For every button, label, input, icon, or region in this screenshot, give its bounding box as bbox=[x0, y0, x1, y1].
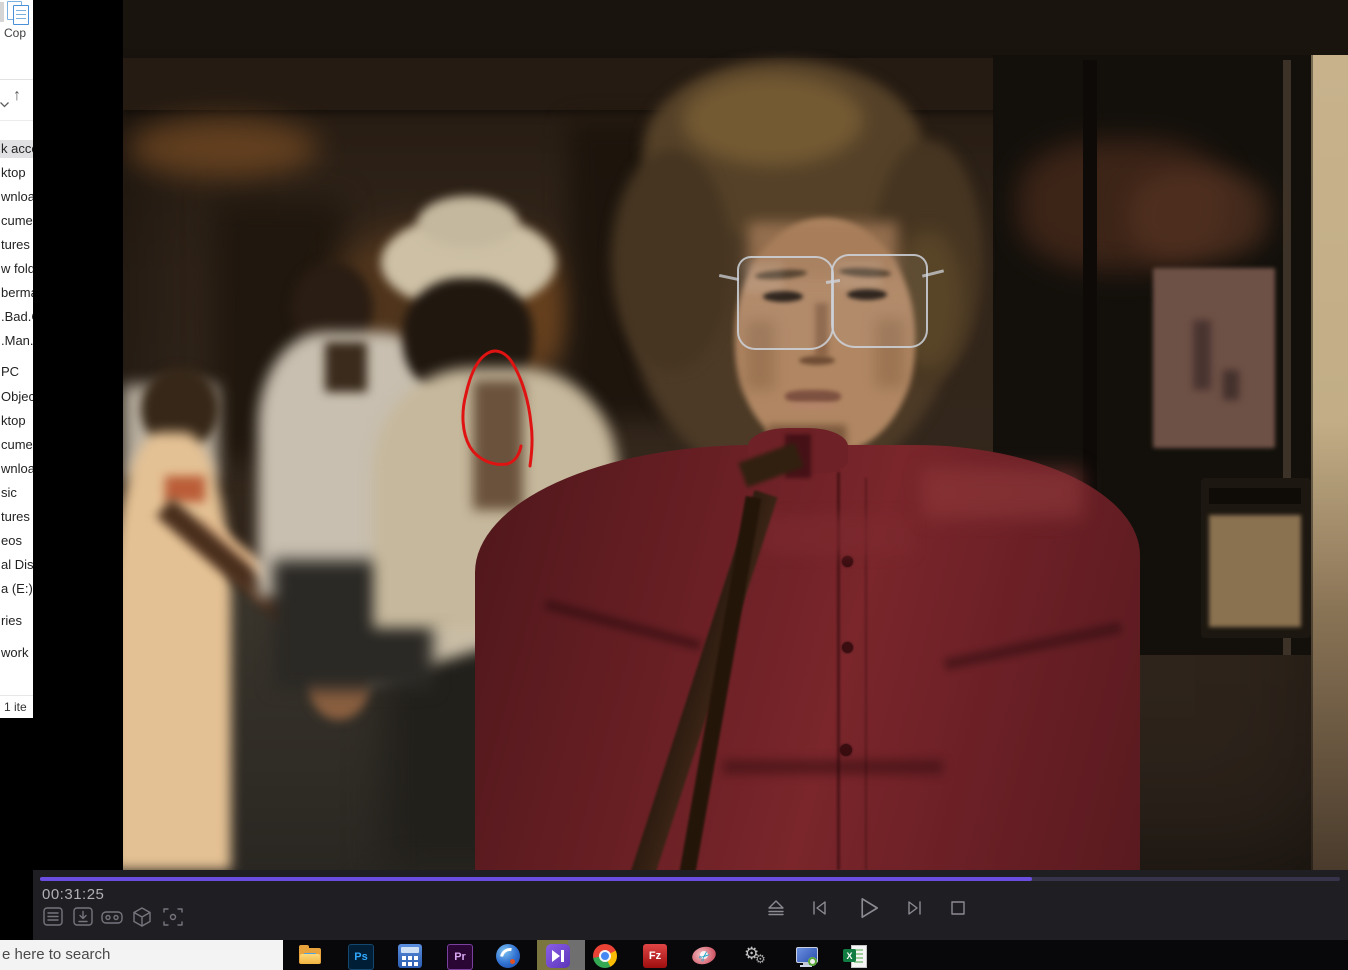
up-arrow-button[interactable]: ↑ bbox=[13, 87, 21, 105]
scene-child-hair bbox=[141, 368, 219, 450]
filezilla-icon[interactable]: Fz bbox=[643, 944, 667, 968]
scene-white-sleeve bbox=[327, 574, 584, 693]
remote-desktop-icon[interactable] bbox=[794, 944, 818, 968]
next-button[interactable] bbox=[904, 897, 926, 924]
sidebar-item-quick-access[interactable]: k acce bbox=[0, 140, 33, 158]
play-button[interactable] bbox=[853, 893, 883, 928]
scene-polo-man-head bbox=[291, 262, 373, 354]
playback-time: 00:31:25 bbox=[42, 886, 104, 903]
blue-round-app-icon[interactable] bbox=[496, 944, 520, 968]
woman-neck bbox=[768, 428, 846, 490]
scene-polo-man-shirt bbox=[258, 332, 448, 597]
video-player-window: 00:31:25 bbox=[33, 0, 1348, 940]
stop-button[interactable] bbox=[947, 897, 969, 924]
sidebar-item[interactable]: tures bbox=[1, 236, 33, 254]
sidebar-item[interactable]: wnloa bbox=[1, 460, 33, 478]
copy-button-label: Cop bbox=[4, 26, 26, 40]
scene-dark-arm bbox=[156, 498, 332, 655]
photoshop-icon[interactable]: Ps bbox=[348, 944, 372, 968]
shirt-button bbox=[842, 642, 853, 653]
glasses-bridge bbox=[826, 279, 840, 284]
video-frame[interactable] bbox=[123, 0, 1348, 870]
sidebar-item-this-pc[interactable]: PC bbox=[1, 363, 33, 381]
red-scribble-annotation bbox=[123, 0, 1348, 870]
sidebar-item[interactable]: w fold bbox=[1, 260, 33, 278]
scene-child-body bbox=[123, 432, 231, 870]
disc-cutter-icon[interactable]: ✂ bbox=[692, 944, 716, 968]
woman-eyebrow-left bbox=[755, 268, 808, 281]
calculator-icon[interactable] bbox=[398, 944, 422, 968]
woman-face bbox=[735, 218, 915, 453]
shirt-collar bbox=[748, 428, 848, 474]
sidebar-item[interactable]: al Disk bbox=[1, 556, 33, 574]
bag-strap bbox=[678, 496, 761, 870]
woman-eye-right bbox=[847, 289, 887, 300]
woman-mouth bbox=[785, 390, 841, 403]
sidebar-item[interactable]: a (E:) bbox=[1, 580, 33, 598]
vr-goggles-icon[interactable] bbox=[101, 906, 125, 930]
sidebar-item[interactable]: .Bad.C bbox=[1, 308, 33, 326]
scene-roof bbox=[123, 0, 1348, 58]
scene-trash-can bbox=[1201, 478, 1311, 638]
scene-hat-person-hair bbox=[403, 278, 533, 398]
previous-button[interactable] bbox=[808, 897, 830, 924]
shirt-button bbox=[840, 744, 852, 756]
sidebar-item[interactable]: cumer bbox=[1, 436, 33, 454]
shirt-button bbox=[842, 556, 853, 567]
woman-eye-left bbox=[763, 291, 803, 302]
player-control-bar: 00:31:25 bbox=[33, 870, 1348, 940]
scene-clasped-hands bbox=[308, 645, 370, 720]
desktop: Cop ↑ k acce ktop wnloa cumer tures w fo… bbox=[0, 0, 1348, 970]
scene-soffit bbox=[123, 58, 1348, 110]
bag-strap bbox=[628, 490, 778, 870]
eject-button[interactable] bbox=[765, 897, 787, 924]
woman-eyebrow-right bbox=[839, 267, 891, 279]
taskbar-search-input[interactable]: e here to search bbox=[0, 940, 283, 970]
file-explorer-window: Cop ↑ k acce ktop wnloa cumer tures w fo… bbox=[0, 0, 33, 718]
sidebar-item[interactable]: berman bbox=[1, 284, 33, 302]
scene-person-left-shirt bbox=[123, 385, 218, 480]
download-icon[interactable] bbox=[72, 906, 96, 930]
woman-nose bbox=[799, 356, 835, 365]
settings-gears-icon[interactable]: ⚙ ⚙ bbox=[744, 944, 768, 968]
glasses-right-lens bbox=[831, 254, 928, 348]
sidebar-item[interactable]: ktop bbox=[1, 412, 33, 430]
sidebar-item[interactable]: wnloa bbox=[1, 188, 33, 206]
premiere-icon[interactable]: Pr bbox=[447, 944, 471, 968]
playlist-icon[interactable] bbox=[42, 906, 66, 930]
scene-window-poster bbox=[1153, 268, 1275, 448]
sidebar-item[interactable]: .Man. bbox=[1, 332, 33, 350]
glasses-left-lens bbox=[737, 256, 834, 350]
scene-storefront-glass bbox=[993, 55, 1311, 655]
file-explorer-icon[interactable] bbox=[298, 944, 322, 968]
chevron-down-icon[interactable] bbox=[0, 95, 9, 113]
sidebar-item-libraries[interactable]: ries bbox=[1, 612, 33, 630]
seek-bar[interactable] bbox=[40, 877, 1340, 881]
ribbon-icon-fragment bbox=[0, 2, 4, 22]
sidebar-item[interactable]: cumer bbox=[1, 212, 33, 230]
scene-hat-person-blouse bbox=[373, 368, 618, 628]
woman-red-shirt bbox=[475, 445, 1140, 870]
seek-fill bbox=[40, 877, 1032, 881]
sidebar-item-network[interactable]: work bbox=[1, 644, 33, 662]
sidebar-item[interactable]: Objec bbox=[1, 388, 33, 406]
sidebar-item[interactable]: eos bbox=[1, 532, 33, 550]
sidebar-item[interactable]: ktop bbox=[1, 164, 33, 182]
snapshot-focus-icon[interactable] bbox=[162, 906, 186, 930]
chrome-icon[interactable] bbox=[593, 944, 617, 968]
scene-right-wall bbox=[1311, 55, 1348, 870]
potplayer-icon[interactable] bbox=[546, 944, 570, 968]
taskbar: e here to search bbox=[0, 940, 1348, 970]
sidebar-item[interactable]: tures bbox=[1, 508, 33, 526]
scene-hat bbox=[381, 215, 556, 310]
explorer-status-bar: 1 ite bbox=[4, 700, 27, 714]
woman-hair bbox=[628, 95, 958, 485]
3d-cube-icon[interactable] bbox=[131, 906, 155, 930]
excel-icon[interactable]: X bbox=[843, 944, 867, 968]
sidebar-item[interactable]: sic bbox=[1, 484, 33, 502]
search-text: e here to search bbox=[2, 940, 110, 970]
